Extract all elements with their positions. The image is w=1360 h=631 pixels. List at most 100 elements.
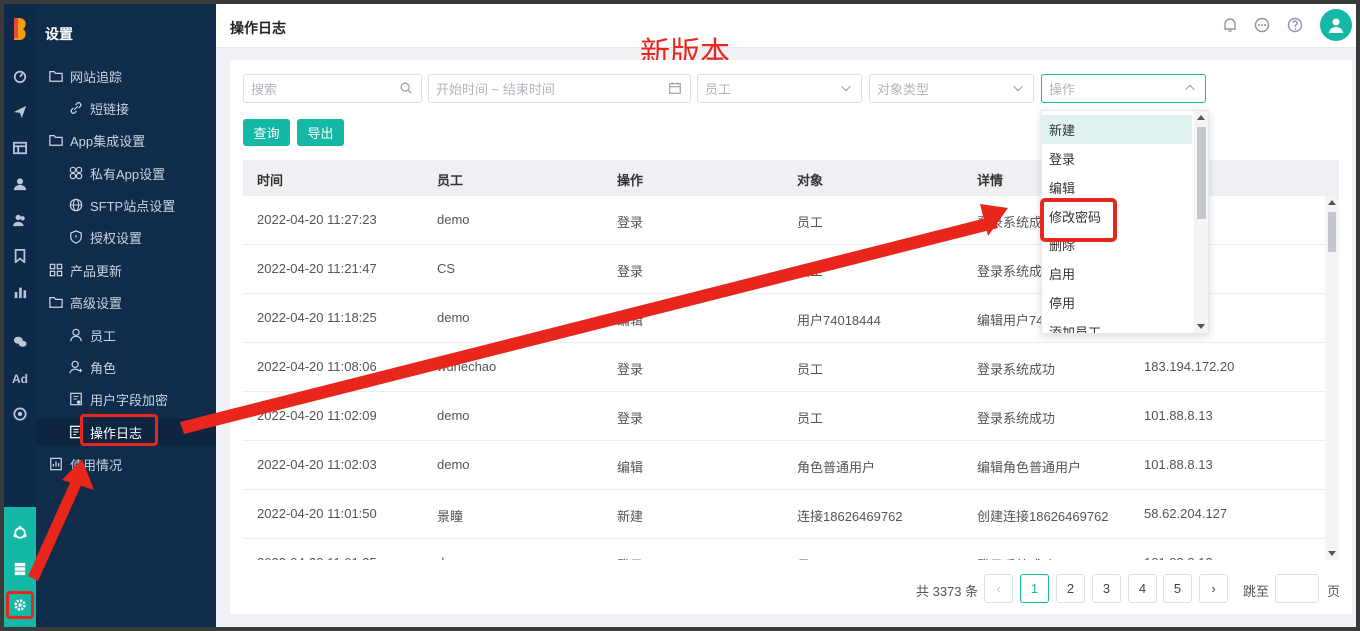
export-button[interactable]: 导出	[297, 119, 344, 146]
next-page-button[interactable]: ›	[1199, 574, 1228, 603]
column-header: 操作	[617, 173, 644, 188]
sidebar-item-label: 角色	[90, 360, 117, 376]
sidebar-item-private-app[interactable]: 私有App设置	[36, 159, 216, 187]
layout-icon[interactable]	[10, 138, 30, 158]
table-cell: 2022-04-20 11:02:03	[257, 457, 377, 472]
page-button[interactable]: 5	[1163, 574, 1192, 603]
table-cell: 2022-04-20 11:01:50	[257, 506, 377, 521]
sidebar-item-roles[interactable]: 角色	[36, 353, 216, 381]
dropdown-option-new[interactable]: 新建	[1042, 115, 1192, 144]
page-button[interactable]: 4	[1128, 574, 1157, 603]
dashboard-icon[interactable]	[10, 66, 30, 86]
report-icon	[48, 456, 64, 472]
link-icon	[68, 100, 84, 116]
wechat-icon[interactable]	[10, 332, 30, 352]
chevron-right-icon: ›	[1211, 581, 1216, 596]
table-cell: 2022-04-20 11:02:09	[257, 408, 377, 423]
calendar-icon	[668, 81, 682, 95]
table-cell: 登录	[617, 411, 644, 426]
chevron-left-icon: ‹	[996, 581, 1001, 596]
sidebar-item-website-tracking[interactable]: 网站追踪	[36, 62, 216, 90]
dropdown-option-login[interactable]: 登录	[1042, 144, 1192, 173]
apps-icon	[48, 262, 64, 278]
date-range-picker[interactable]: 开始时间 ~ 结束时间	[428, 74, 691, 103]
page-unit-label: 页	[1327, 584, 1341, 599]
scroll-down-icon[interactable]	[1197, 324, 1205, 329]
dropdown-option-enable[interactable]: 启用	[1042, 259, 1192, 288]
table-cell: 登录	[617, 555, 643, 560]
prev-page-button[interactable]: ‹	[984, 574, 1013, 603]
document-icon	[68, 391, 84, 407]
table-row: 2022-04-20 11:01:25 demo 登录 员工 登录系统成功 101.88.…	[243, 539, 1325, 560]
table-cell: demo	[437, 457, 470, 472]
table-cell: 登录系统成功	[977, 362, 1056, 377]
sidebar-item-short-link[interactable]: 短链接	[36, 94, 216, 122]
table-cell: CS	[437, 261, 456, 276]
table-cell: 2022-04-20 11:01:25	[257, 555, 377, 560]
sidebar-item-label: 短链接	[90, 101, 130, 117]
jump-page-input[interactable]	[1275, 574, 1319, 603]
table-cell: 编辑	[617, 313, 644, 328]
sidebar-title: 设置	[45, 26, 73, 42]
page-button[interactable]: 3	[1092, 574, 1121, 603]
sidebar-item-product-updates[interactable]: 产品更新	[36, 256, 216, 284]
server-icon[interactable]	[10, 559, 30, 579]
user-icon[interactable]	[10, 174, 30, 194]
folder-icon	[48, 68, 64, 84]
search-input[interactable]: 搜索	[243, 74, 422, 103]
query-button[interactable]: 查询	[243, 119, 290, 146]
sidebar-item-label: 用户字段加密	[90, 392, 169, 408]
users-icon[interactable]	[10, 210, 30, 230]
globe-icon	[68, 197, 84, 213]
target-icon[interactable]	[10, 404, 30, 424]
table-cell: 登录	[617, 362, 644, 377]
scroll-down-icon[interactable]	[1328, 551, 1336, 556]
sidebar-item-sftp[interactable]: SFTP站点设置	[36, 191, 216, 219]
page-button[interactable]: 1	[1020, 574, 1049, 603]
chat-icon[interactable]	[1254, 17, 1272, 35]
table-cell: 员工	[797, 264, 824, 279]
sidebar-item-employees[interactable]: 员工	[36, 321, 216, 349]
send-icon[interactable]	[10, 102, 30, 122]
employee-select[interactable]: 员工	[697, 74, 862, 103]
table-cell: 登录	[617, 215, 644, 230]
table-cell: 用户74018444	[797, 313, 881, 328]
user-icon	[68, 327, 84, 343]
table-cell: 创建连接18626469762	[977, 509, 1109, 524]
action-select[interactable]: 操作	[1041, 74, 1206, 103]
help-icon[interactable]	[1287, 17, 1305, 35]
table-cell: 登录系统成功	[977, 411, 1056, 426]
table-cell: 58.62.204.127	[1144, 506, 1228, 521]
scroll-thumb[interactable]	[1197, 127, 1206, 219]
sidebar-item-label: SFTP站点设置	[90, 198, 176, 214]
table-cell: 2022-04-20 11:21:47	[257, 261, 377, 276]
settings-sidebar: 设置 网站追踪 短链接 App集成设置 私有App设置 SFTP站点设置 授权设…	[36, 4, 216, 627]
object-type-select[interactable]: 对象类型	[869, 74, 1034, 103]
table-cell: 编辑用户74	[977, 313, 1044, 328]
table-cell: demo	[437, 212, 470, 227]
avatar[interactable]	[1320, 9, 1352, 41]
ad-icon[interactable]: Ad	[10, 369, 30, 389]
integration-icon[interactable]	[10, 523, 30, 543]
table-cell: demo	[437, 555, 470, 560]
table-row: 2022-04-20 11:02:09 demo 登录 员工 登录系统成功 101.88.…	[243, 392, 1325, 441]
sidebar-item-authorization[interactable]: 授权设置	[36, 223, 216, 251]
scroll-up-icon[interactable]	[1197, 115, 1205, 120]
dropdown-option-add-employee[interactable]: 添加员工	[1042, 317, 1192, 333]
dropdown-option-disable[interactable]: 停用	[1042, 288, 1192, 317]
sidebar-item-field-encryption[interactable]: 用户字段加密	[36, 385, 216, 413]
scroll-up-icon[interactable]	[1328, 200, 1336, 205]
sidebar-item-label: 员工	[90, 328, 117, 344]
bar-chart-icon[interactable]	[10, 282, 30, 302]
scroll-thumb[interactable]	[1328, 212, 1336, 252]
bell-icon[interactable]	[1222, 17, 1240, 35]
sidebar-item-label: 授权设置	[90, 230, 143, 246]
dropdown-scrollbar[interactable]	[1194, 111, 1208, 333]
bookmark-icon[interactable]	[10, 246, 30, 266]
sidebar-item-label: 使用情况	[70, 457, 123, 473]
page-button[interactable]: 2	[1056, 574, 1085, 603]
table-scrollbar[interactable]	[1325, 196, 1339, 560]
sidebar-item-app-integration[interactable]: App集成设置	[36, 126, 216, 154]
sidebar-item-usage[interactable]: 使用情况	[36, 450, 216, 478]
sidebar-item-advanced[interactable]: 高级设置	[36, 288, 216, 316]
